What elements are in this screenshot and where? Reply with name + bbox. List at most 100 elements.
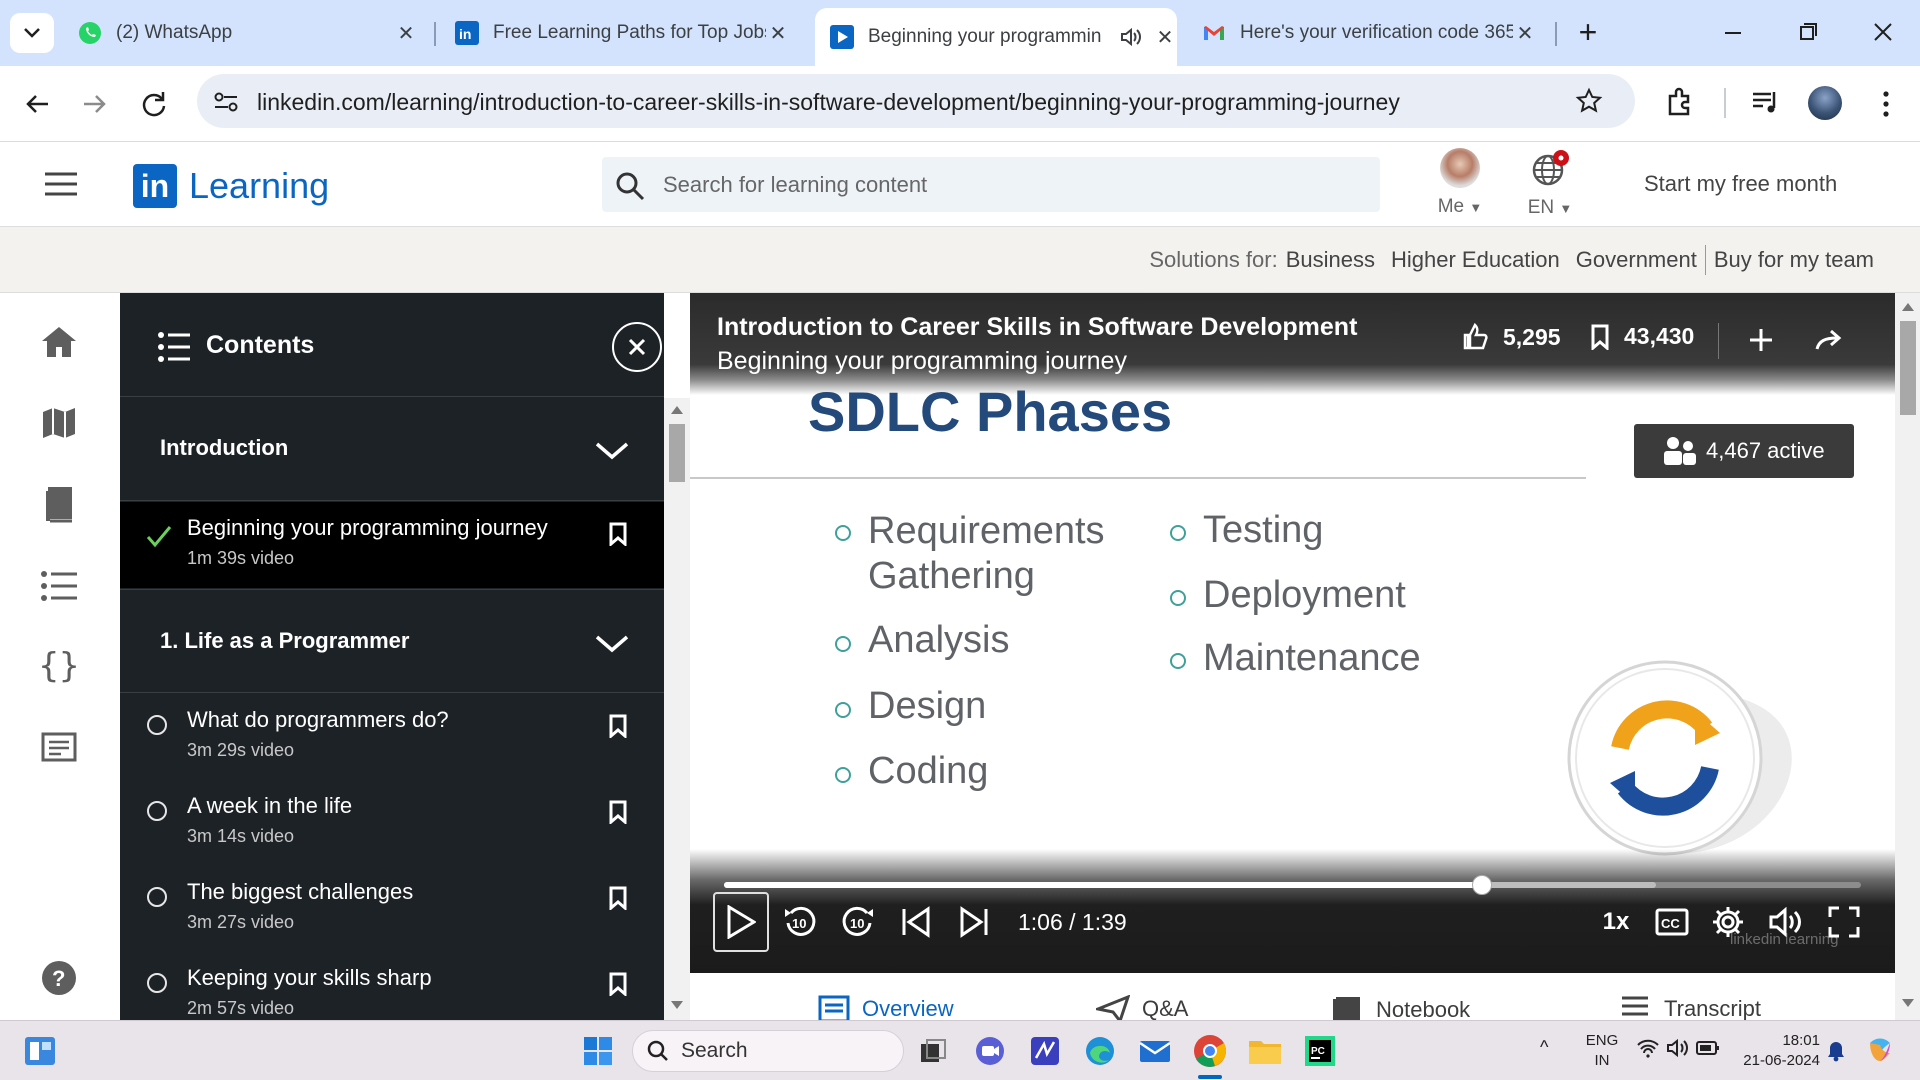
- rail-library[interactable]: [36, 481, 82, 527]
- tab-search-button[interactable]: [10, 13, 54, 53]
- scroll-up-arrow-icon[interactable]: [1902, 303, 1914, 311]
- scroll-down-arrow-icon[interactable]: [1902, 999, 1914, 1007]
- captions-button[interactable]: CC: [1650, 897, 1694, 947]
- help-button[interactable]: ?: [36, 955, 82, 1001]
- restore-button[interactable]: [1785, 18, 1831, 48]
- close-tab-icon[interactable]: ✕: [1153, 25, 1177, 50]
- task-view-button[interactable]: [915, 1033, 951, 1069]
- url-text: linkedin.com/learning/introduction-to-ca…: [257, 89, 1400, 115]
- profile-avatar[interactable]: [1808, 86, 1842, 120]
- address-bar[interactable]: linkedin.com/learning/introduction-to-ca…: [197, 74, 1635, 128]
- meet-app-button[interactable]: [972, 1033, 1008, 1069]
- like-button[interactable]: 5,295: [1463, 323, 1561, 351]
- more-menu-icon[interactable]: [1870, 88, 1902, 120]
- pycharm-button[interactable]: PC: [1302, 1033, 1338, 1069]
- bookmark-icon[interactable]: [608, 886, 628, 910]
- buy-for-my-team-link[interactable]: Buy for my team: [1714, 247, 1874, 273]
- browser-tab-active[interactable]: Beginning your programmin ✕: [815, 8, 1177, 66]
- page-scrollbar[interactable]: [1895, 293, 1920, 1020]
- linkedin-learning-header: in Learning Search for learning content …: [0, 142, 1920, 227]
- notification-bell-icon[interactable]: [1826, 1040, 1846, 1062]
- section-introduction[interactable]: Introduction: [120, 397, 664, 501]
- chrome-button[interactable]: [1192, 1033, 1228, 1069]
- progress-track[interactable]: [724, 875, 1861, 895]
- tab-overview[interactable]: Overview: [818, 995, 954, 1023]
- solutions-link-government[interactable]: Government: [1576, 247, 1697, 273]
- taskbar-search[interactable]: Search: [632, 1030, 904, 1072]
- rail-home[interactable]: [36, 319, 82, 365]
- section-life-as-a-programmer[interactable]: 1. Life as a Programmer: [120, 589, 664, 693]
- add-to-collection-icon[interactable]: [1748, 327, 1774, 353]
- language-menu[interactable]: EN ▼: [1520, 148, 1580, 219]
- list-item[interactable]: The biggest challenges 3m 27s video: [120, 866, 664, 952]
- site-settings-icon[interactable]: [213, 90, 239, 114]
- play-button[interactable]: [713, 892, 769, 952]
- media-controls-icon[interactable]: [1750, 88, 1782, 118]
- search-input[interactable]: Search for learning content: [663, 172, 927, 198]
- start-button[interactable]: [580, 1033, 616, 1069]
- search-bar[interactable]: Search for learning content: [602, 157, 1380, 212]
- show-hidden-icons[interactable]: ^: [1540, 1037, 1548, 1058]
- bookmark-icon[interactable]: [608, 972, 628, 996]
- scroll-up-arrow-icon[interactable]: [671, 406, 683, 414]
- forward-10-button[interactable]: 10: [836, 897, 880, 947]
- input-language[interactable]: ENG IN: [1584, 1031, 1620, 1071]
- svg-text:PC: PC: [1311, 1046, 1325, 1057]
- rail-paths[interactable]: [36, 400, 82, 446]
- edge-browser-button[interactable]: [1082, 1033, 1118, 1069]
- bookmark-icon[interactable]: [608, 800, 628, 824]
- browser-tab-linkedin[interactable]: in Free Learning Paths for Top Jobs ✕: [455, 8, 790, 58]
- clock[interactable]: 18:01 21-06-2024: [1724, 1031, 1820, 1071]
- close-tab-icon[interactable]: ✕: [394, 21, 418, 46]
- new-tab-button[interactable]: +: [1570, 14, 1606, 50]
- list-item[interactable]: Keeping your skills sharp 2m 57s video: [120, 952, 664, 1020]
- linkedin-learning-logo[interactable]: in Learning: [133, 164, 329, 208]
- me-menu[interactable]: Me ▼: [1430, 148, 1490, 218]
- browser-tab-gmail[interactable]: Here's your verification code 365 ✕: [1202, 8, 1537, 58]
- video-player[interactable]: SDLC Phases Requirements Gathering Analy…: [690, 293, 1895, 973]
- speaker-icon[interactable]: [1119, 26, 1143, 48]
- scrollbar-thumb[interactable]: [669, 424, 685, 482]
- close-contents-button[interactable]: [612, 322, 662, 372]
- share-icon[interactable]: [1814, 327, 1844, 353]
- contents-scrollbar[interactable]: [664, 398, 690, 1020]
- close-window-button[interactable]: [1860, 18, 1906, 48]
- rewind-10-button[interactable]: 10: [778, 897, 822, 947]
- rail-notebook[interactable]: [36, 724, 82, 770]
- reload-icon[interactable]: [138, 88, 170, 120]
- back-arrow-icon[interactable]: [22, 88, 54, 120]
- list-item[interactable]: What do programmers do? 3m 29s video: [120, 694, 664, 780]
- bookmark-icon[interactable]: [608, 714, 628, 738]
- file-explorer-button[interactable]: [1247, 1033, 1283, 1069]
- rail-code-challenges[interactable]: {}: [36, 643, 82, 689]
- list-item[interactable]: A week in the life 3m 14s video: [120, 780, 664, 866]
- extensions-icon[interactable]: [1664, 86, 1696, 118]
- widgets-button[interactable]: [22, 1033, 58, 1069]
- close-tab-icon[interactable]: ✕: [1513, 21, 1537, 46]
- system-status-icons[interactable]: [1636, 1038, 1720, 1058]
- solutions-link-business[interactable]: Business: [1286, 247, 1375, 273]
- playback-speed-button[interactable]: 1x: [1594, 897, 1638, 947]
- taskbar-search-label: Search: [681, 1039, 748, 1062]
- hamburger-menu-icon[interactable]: [43, 170, 79, 198]
- browser-tab-whatsapp[interactable]: (2) WhatsApp ✕: [78, 8, 418, 58]
- scrollbar-thumb[interactable]: [1900, 321, 1916, 415]
- tab-qanda[interactable]: Q&A: [1096, 995, 1188, 1023]
- bookmark-icon[interactable]: [608, 522, 628, 546]
- save-button[interactable]: 43,430: [1590, 323, 1694, 350]
- list-item-current[interactable]: Beginning your programming journey 1m 39…: [120, 502, 664, 588]
- rail-my-learning[interactable]: [36, 563, 82, 609]
- close-tab-icon[interactable]: ✕: [766, 21, 790, 46]
- mail-app-button[interactable]: [1137, 1033, 1173, 1069]
- tab-transcript[interactable]: Transcript: [1620, 995, 1761, 1023]
- minimize-button[interactable]: [1710, 18, 1756, 48]
- solutions-link-higher-education[interactable]: Higher Education: [1391, 247, 1560, 273]
- math-app-button[interactable]: [1027, 1033, 1063, 1069]
- start-free-month-link[interactable]: Start my free month: [1644, 171, 1837, 197]
- previous-video-button[interactable]: [894, 897, 938, 947]
- scroll-down-arrow-icon[interactable]: [671, 1001, 683, 1009]
- bookmark-star-icon[interactable]: [1575, 87, 1603, 115]
- copilot-icon[interactable]: [1864, 1035, 1896, 1067]
- next-video-button[interactable]: [952, 897, 996, 947]
- forward-arrow-icon[interactable]: [78, 88, 110, 120]
